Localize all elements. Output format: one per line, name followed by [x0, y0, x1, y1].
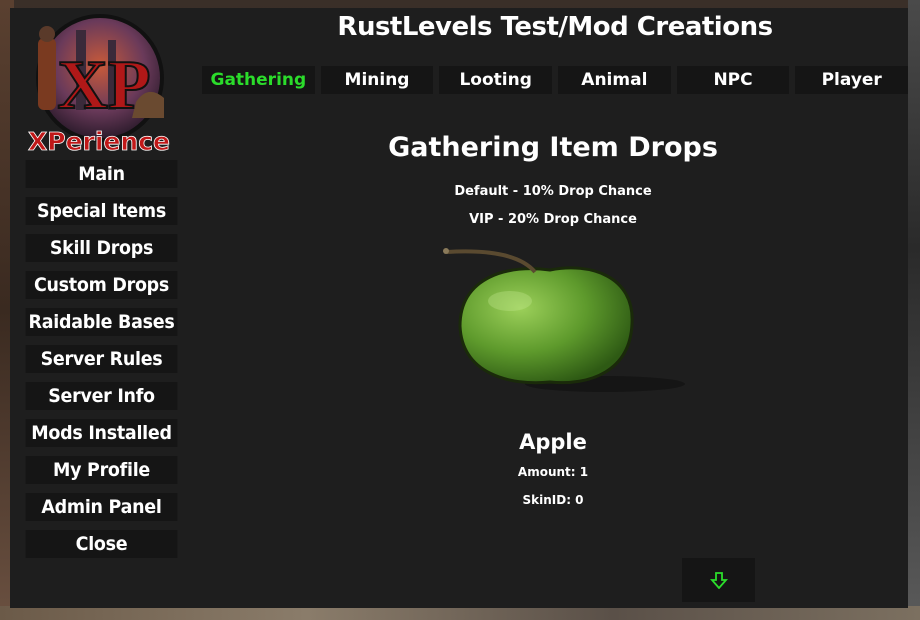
sidebar-menu: Main Special Items Skill Drops Custom Dr… — [19, 160, 184, 567]
item-amount: Amount: 1 — [517, 465, 589, 479]
sidebar-item-skill-drops[interactable]: Skill Drops — [25, 234, 178, 262]
next-page-button[interactable] — [682, 558, 755, 602]
tab-player[interactable]: Player — [795, 66, 909, 94]
apple-item-image — [440, 246, 690, 396]
sidebar-item-mods-installed[interactable]: Mods Installed — [25, 419, 178, 447]
svg-text:XPerience: XPerience — [28, 127, 170, 156]
tab-mining[interactable]: Mining — [320, 66, 434, 94]
tab-looting[interactable]: Looting — [439, 66, 553, 94]
sidebar-item-raidable-bases[interactable]: Raidable Bases — [25, 308, 178, 336]
sidebar-item-my-profile[interactable]: My Profile — [25, 456, 178, 484]
tab-gathering[interactable]: Gathering — [202, 66, 315, 94]
default-drop-chance: Default - 10% Drop Chance — [454, 184, 652, 199]
section-title: Gathering Item Drops — [388, 132, 718, 163]
item-name: Apple — [519, 430, 587, 454]
tab-npc[interactable]: NPC — [676, 66, 790, 94]
page-title: RustLevels Test/Mod Creations — [337, 12, 773, 42]
tab-animal[interactable]: Animal — [558, 66, 671, 94]
background-bottom-edge — [0, 606, 920, 620]
xperience-logo: XP XPerience — [18, 10, 180, 158]
sidebar-item-close[interactable]: Close — [25, 530, 178, 558]
background-right-edge — [908, 0, 920, 620]
item-skin-id: SkinID: 0 — [522, 493, 584, 507]
arrow-down-icon — [709, 572, 728, 589]
sidebar-item-main[interactable]: Main — [25, 160, 178, 188]
svg-text:XP: XP — [57, 47, 150, 124]
sidebar-item-special-items[interactable]: Special Items — [25, 197, 178, 225]
vip-drop-chance: VIP - 20% Drop Chance — [469, 212, 637, 227]
sidebar-item-admin-panel[interactable]: Admin Panel — [25, 493, 178, 521]
sidebar-item-server-rules[interactable]: Server Rules — [25, 345, 178, 373]
category-tabs: Gathering Mining Looting Animal NPC Play… — [202, 66, 909, 94]
sidebar-item-custom-drops[interactable]: Custom Drops — [25, 271, 178, 299]
sidebar-item-server-info[interactable]: Server Info — [25, 382, 178, 410]
